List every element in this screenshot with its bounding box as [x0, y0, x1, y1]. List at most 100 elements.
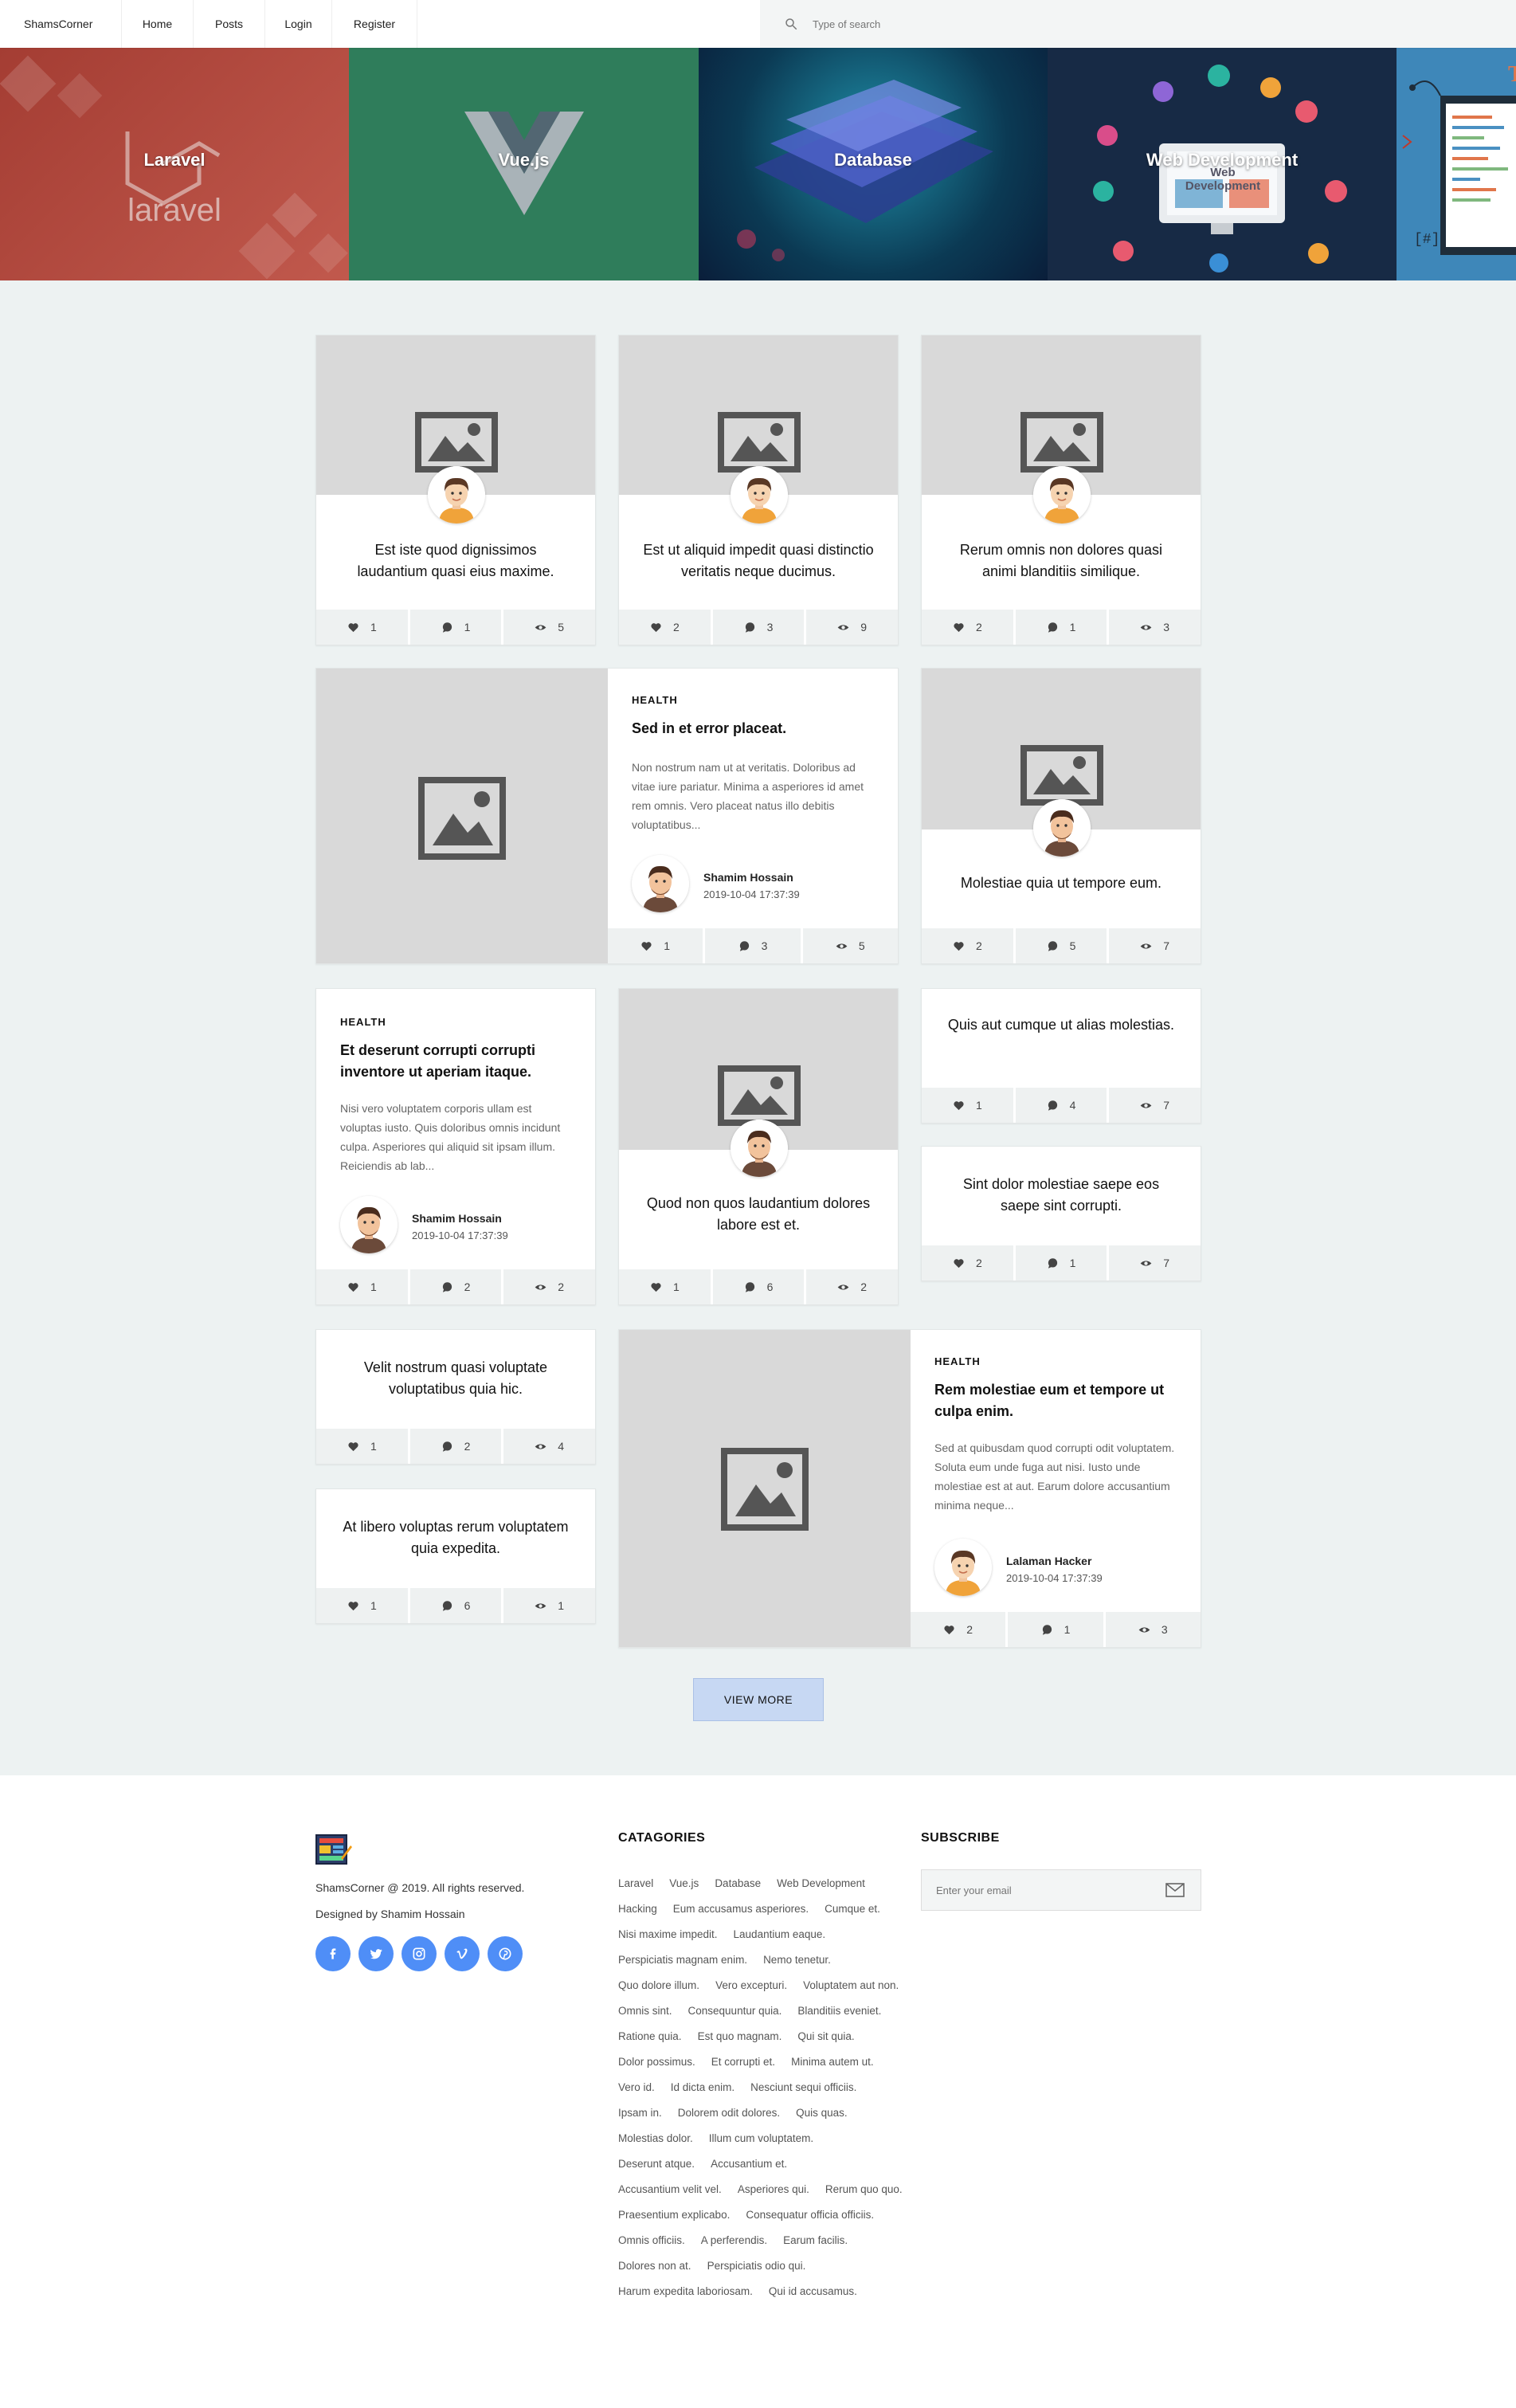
category-link[interactable]: Vue.js [669, 1876, 699, 1891]
category-link[interactable]: Nemo tenetur. [763, 1952, 831, 1967]
category-link[interactable]: Eum accusamus asperiores. [673, 1901, 809, 1916]
category-link[interactable]: Qui sit quia. [797, 2029, 854, 2044]
category-link[interactable]: Laudantium eaque. [734, 1927, 826, 1942]
category-link[interactable]: Consequatur officia officiis. [746, 2207, 874, 2222]
category-link[interactable]: Consequuntur quia. [688, 2003, 782, 2018]
post-title[interactable]: Rem molestiae eum et tempore ut culpa en… [934, 1379, 1178, 1422]
post-title[interactable]: Molestiae quia ut tempore eum. [946, 873, 1177, 894]
post-title[interactable]: Velit nostrum quasi voluptate voluptatib… [340, 1357, 571, 1400]
author-name[interactable]: Shamim Hossain [703, 871, 793, 884]
hero-tile-web-development[interactable]: Web Development Web Development [1048, 48, 1397, 280]
view-more-button[interactable]: VIEW MORE [693, 1678, 824, 1721]
instagram-icon[interactable] [402, 1936, 437, 1971]
likes-stat[interactable]: 2 [922, 928, 1016, 963]
nav-register[interactable]: Register [331, 0, 417, 48]
facebook-icon[interactable] [315, 1936, 351, 1971]
category-link[interactable]: Dolorem odit dolores. [678, 2105, 780, 2120]
likes-stat[interactable]: 2 [922, 1245, 1016, 1280]
category-link[interactable]: Perspiciatis odio qui. [707, 2258, 806, 2273]
comments-stat[interactable]: 6 [713, 1269, 807, 1304]
post-title[interactable]: Rerum omnis non dolores quasi animi blan… [946, 539, 1177, 582]
email-field[interactable] [936, 1880, 1143, 1900]
category-link[interactable]: Deserunt atque. [618, 2156, 695, 2171]
category-link[interactable]: Asperiores qui. [738, 2182, 809, 2197]
category-link[interactable]: Minima autem ut. [791, 2054, 874, 2069]
hero-tile-vuejs[interactable]: Vue.js [349, 48, 699, 280]
category-link[interactable]: Rerum quo quo. [825, 2182, 903, 2197]
likes-stat[interactable]: 1 [316, 1588, 410, 1623]
vimeo-icon[interactable] [445, 1936, 480, 1971]
post-card-excerpt[interactable]: HEALTH Et deserunt corrupti corrupti inv… [315, 988, 596, 1305]
hero-tile-database[interactable]: Database [699, 48, 1048, 280]
post-card[interactable]: Est ut aliquid impedit quasi distinctio … [618, 335, 899, 645]
category-link[interactable]: Accusantium et. [711, 2156, 787, 2171]
category-link[interactable]: Hacking [618, 1901, 657, 1916]
category-link[interactable]: Dolor possimus. [618, 2054, 695, 2069]
category-link[interactable]: Omnis sint. [618, 2003, 672, 2018]
likes-stat[interactable]: 2 [619, 610, 713, 645]
author-name[interactable]: Lalaman Hacker [1006, 1555, 1091, 1567]
likes-stat[interactable]: 2 [911, 1612, 1009, 1647]
category-link[interactable]: Quis quas. [796, 2105, 848, 2120]
post-title[interactable]: At libero voluptas rerum voluptatem quia… [340, 1516, 571, 1559]
category-link[interactable]: Blanditiis eveniet. [797, 2003, 881, 2018]
comments-stat[interactable]: 1 [1016, 1245, 1110, 1280]
post-title[interactable]: Et deserunt corrupti corrupti inventore … [340, 1040, 571, 1083]
comments-stat[interactable]: 1 [1016, 610, 1110, 645]
category-link[interactable]: Dolores non at. [618, 2258, 691, 2273]
post-card-compact[interactable]: Quis aut cumque ut alias molestias. 1 4 … [921, 988, 1201, 1124]
comments-stat[interactable]: 6 [410, 1588, 504, 1623]
likes-stat[interactable]: 1 [608, 928, 706, 963]
category-link[interactable]: Illum cum voluptatem. [709, 2131, 813, 2146]
post-title[interactable]: Est iste quod dignissimos laudantium qua… [340, 539, 571, 582]
brand-link[interactable]: ShamsCorner [24, 0, 92, 48]
category-link[interactable]: Nisi maxime impedit. [618, 1927, 718, 1942]
category-link[interactable]: Earum facilis. [783, 2233, 848, 2248]
comments-stat[interactable]: 5 [1016, 928, 1110, 963]
category-link[interactable]: Praesentium explicabo. [618, 2207, 730, 2222]
hero-tile-laravel[interactable]: laravel Laravel [0, 48, 349, 280]
likes-stat[interactable]: 1 [619, 1269, 713, 1304]
nav-posts[interactable]: Posts [193, 0, 264, 48]
twitter-icon[interactable] [358, 1936, 394, 1971]
post-category[interactable]: HEALTH [340, 1016, 386, 1028]
category-link[interactable]: Vero excepturi. [715, 1978, 787, 1993]
likes-stat[interactable]: 1 [316, 610, 410, 645]
category-link[interactable]: Nesciunt sequi officiis. [750, 2080, 856, 2095]
comments-stat[interactable]: 1 [410, 610, 504, 645]
hero-tile-more[interactable]: T [#] [1397, 48, 1516, 280]
post-title[interactable]: Quis aut cumque ut alias molestias. [946, 1014, 1177, 1036]
category-link[interactable]: Accusantium velit vel. [618, 2182, 722, 2197]
post-title[interactable]: Quod non quos laudantium dolores labore … [643, 1193, 874, 1236]
category-link[interactable]: Ipsam in. [618, 2105, 662, 2120]
category-link[interactable]: Ratione quia. [618, 2029, 682, 2044]
nav-login[interactable]: Login [264, 0, 331, 48]
category-link[interactable]: Cumque et. [825, 1901, 880, 1916]
post-title[interactable]: Sint dolor molestiae saepe eos saepe sin… [946, 1174, 1177, 1217]
category-link[interactable]: Vero id. [618, 2080, 655, 2095]
post-title[interactable]: Est ut aliquid impedit quasi distinctio … [643, 539, 874, 582]
category-link[interactable]: Perspiciatis magnam enim. [618, 1952, 747, 1967]
category-link[interactable]: Id dicta enim. [671, 2080, 734, 2095]
category-link[interactable]: Harum expedita laboriosam. [618, 2284, 753, 2299]
post-category[interactable]: HEALTH [632, 694, 678, 706]
category-link[interactable]: Molestias dolor. [618, 2131, 693, 2146]
likes-stat[interactable]: 1 [316, 1429, 410, 1464]
comments-stat[interactable]: 3 [705, 928, 803, 963]
site-logo-icon[interactable] [315, 1834, 352, 1866]
post-category[interactable]: HEALTH [934, 1355, 981, 1367]
category-link[interactable]: Database [715, 1876, 761, 1891]
category-link[interactable]: Laravel [618, 1876, 653, 1891]
category-link[interactable]: Web Development [777, 1876, 865, 1891]
post-card[interactable]: Est iste quod dignissimos laudantium qua… [315, 335, 596, 645]
post-card[interactable]: Molestiae quia ut tempore eum. 2 5 7 [921, 668, 1201, 964]
author-name[interactable]: Shamim Hossain [412, 1212, 502, 1225]
comments-stat[interactable]: 2 [410, 1269, 504, 1304]
category-link[interactable]: A perferendis. [701, 2233, 767, 2248]
pinterest-icon[interactable] [488, 1936, 523, 1971]
likes-stat[interactable]: 1 [316, 1269, 410, 1304]
post-card-compact[interactable]: Velit nostrum quasi voluptate voluptatib… [315, 1329, 596, 1465]
category-link[interactable]: Omnis officiis. [618, 2233, 685, 2248]
post-card-featured[interactable]: HEALTH Sed in et error placeat. Non nost… [315, 668, 899, 964]
post-card-compact[interactable]: At libero voluptas rerum voluptatem quia… [315, 1488, 596, 1624]
